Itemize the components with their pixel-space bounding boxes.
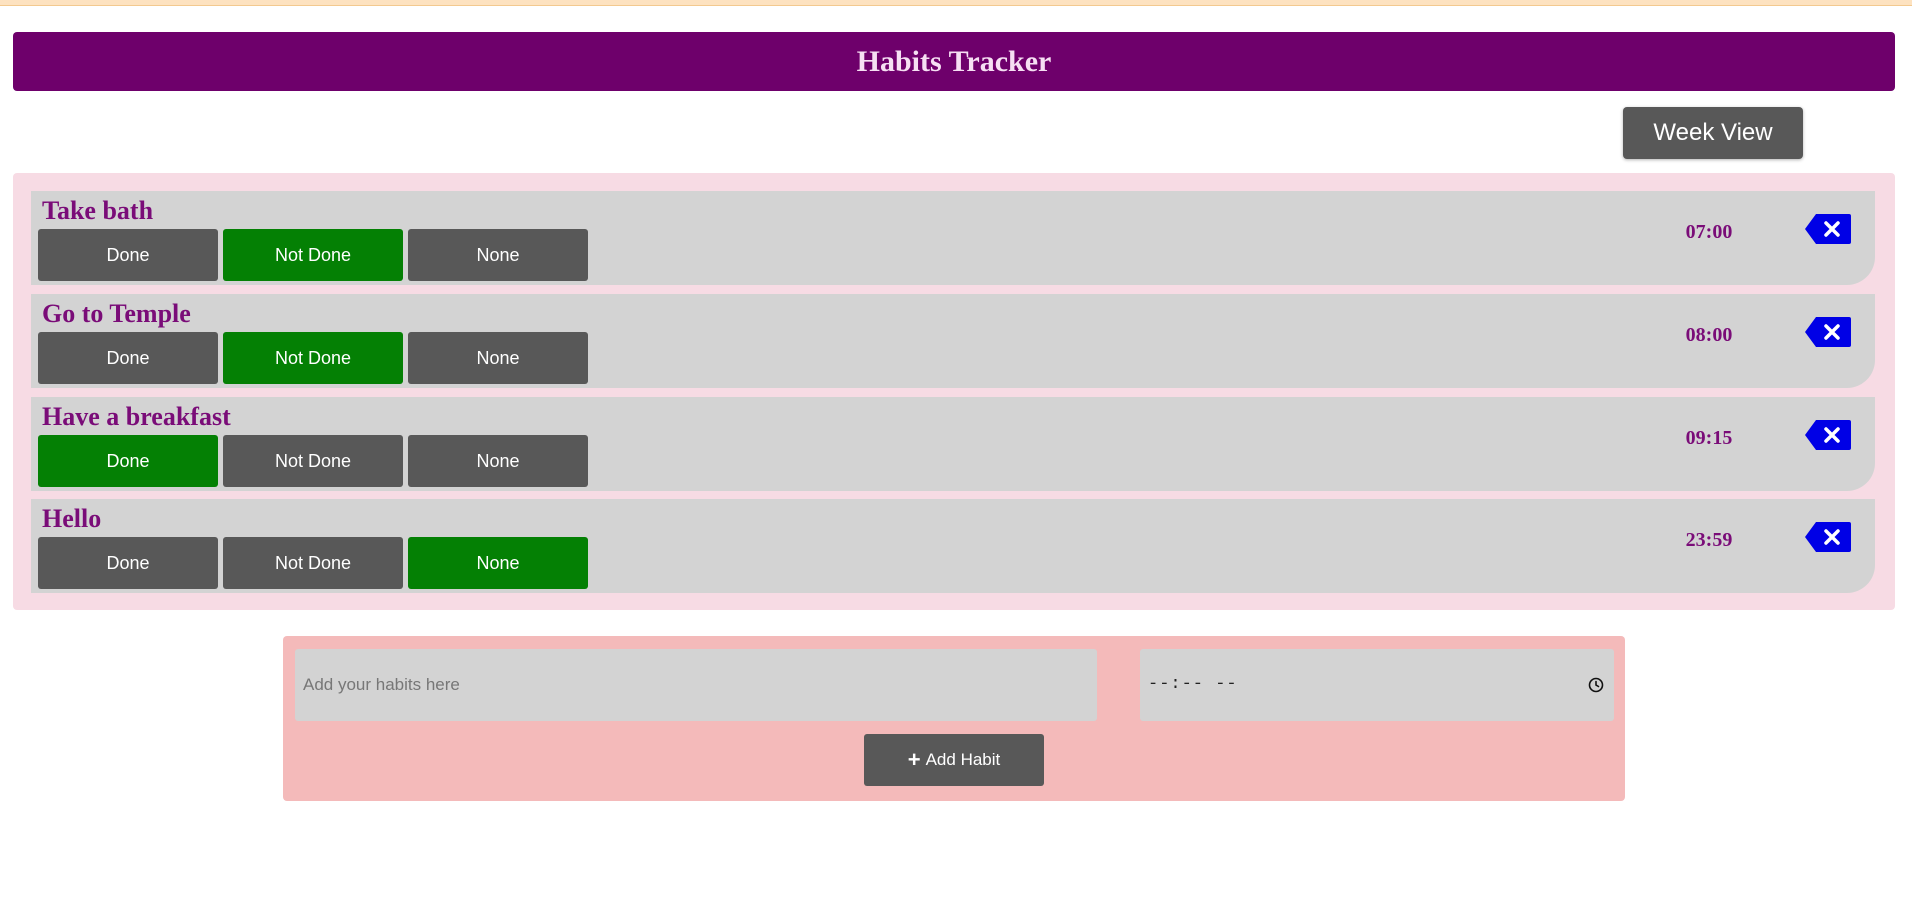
not-done-button[interactable]: Not Done [223,435,403,487]
none-button[interactable]: None [408,537,588,589]
habit-name: Take bath [42,196,154,225]
clock-icon[interactable] [1588,677,1604,693]
not-done-button[interactable]: Not Done [223,229,403,281]
habit-name-input[interactable] [295,649,1097,721]
habit-item: Have a breakfast Done Not Done None 09:1… [31,397,1875,491]
habit-list: Take bath Done Not Done None 07:00 Go to… [13,173,1895,610]
backspace-icon [1805,420,1851,450]
page-title: Habits Tracker [856,44,1052,78]
habit-item: Take bath Done Not Done None 07:00 [31,191,1875,285]
habit-time: 07:00 [1685,221,1733,243]
done-button[interactable]: Done [38,537,218,589]
app-header: Habits Tracker [13,32,1895,91]
week-view-button[interactable]: Week View [1623,107,1803,159]
none-button[interactable]: None [408,435,588,487]
add-habit-button[interactable]: + Add Habit [864,734,1044,786]
add-habit-form: --:-- -- + Add Habit [283,636,1625,801]
habit-name: Hello [42,504,102,533]
not-done-button[interactable]: Not Done [223,332,403,384]
habit-time: 08:00 [1685,324,1733,346]
done-button[interactable]: Done [38,229,218,281]
plus-icon: + [907,747,921,772]
done-button[interactable]: Done [38,435,218,487]
top-strip [0,0,1912,6]
habit-item: Hello Done Not Done None 23:59 [31,499,1875,593]
time-placeholder: --:-- -- [1148,675,1238,694]
habit-name: Go to Temple [42,299,191,328]
delete-habit-button[interactable] [1805,420,1851,450]
habit-name: Have a breakfast [42,402,231,431]
delete-habit-button[interactable] [1805,522,1851,552]
habit-item: Go to Temple Done Not Done None 08:00 [31,294,1875,388]
backspace-icon [1805,317,1851,347]
add-habit-label: Add Habit [925,750,1001,769]
delete-habit-button[interactable] [1805,214,1851,244]
habit-time: 09:15 [1685,427,1733,449]
not-done-button[interactable]: Not Done [223,537,403,589]
none-button[interactable]: None [408,332,588,384]
time-input[interactable]: --:-- -- [1140,649,1614,721]
none-button[interactable]: None [408,229,588,281]
backspace-icon [1805,522,1851,552]
done-button[interactable]: Done [38,332,218,384]
habit-time: 23:59 [1685,529,1733,551]
delete-habit-button[interactable] [1805,317,1851,347]
backspace-icon [1805,214,1851,244]
